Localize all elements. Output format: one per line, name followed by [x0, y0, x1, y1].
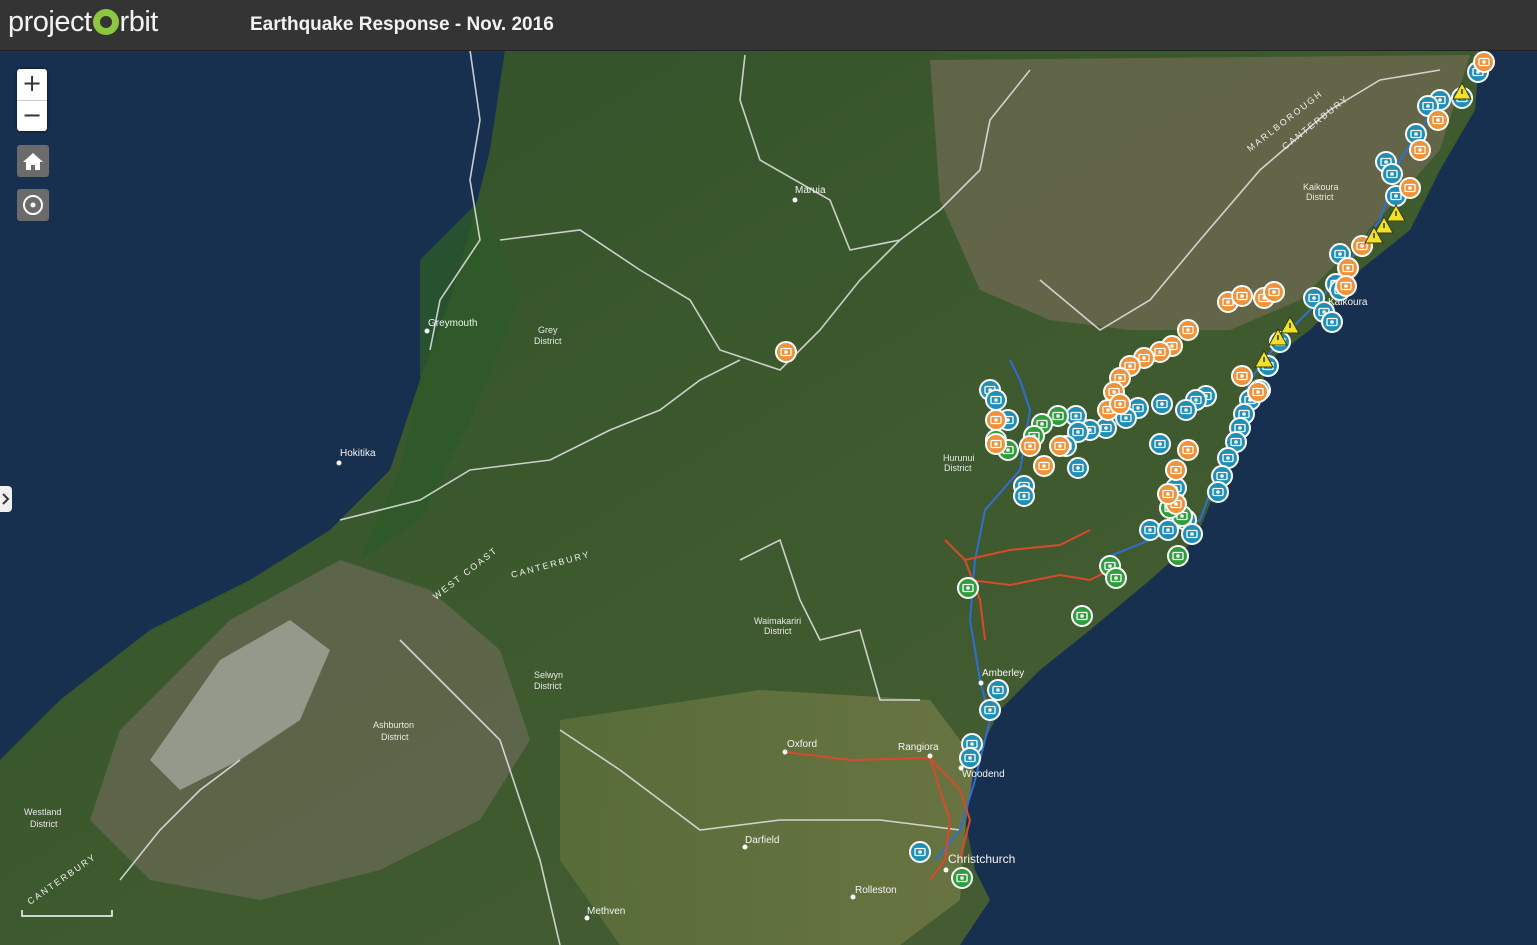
camera-marker-icon[interactable] — [1177, 439, 1199, 461]
label-oxford: Oxford — [787, 739, 817, 750]
svg-text:Selwyn: Selwyn — [534, 670, 563, 680]
camera-marker-icon[interactable] — [1149, 433, 1171, 455]
camera-marker-icon[interactable] — [1109, 393, 1131, 415]
camera-marker-icon[interactable] — [1473, 51, 1495, 73]
label-maruia: Maruia — [795, 185, 826, 196]
zoom-control: + − — [17, 69, 47, 131]
label-darfield: Darfield — [745, 835, 779, 846]
camera-marker-icon[interactable] — [957, 577, 979, 599]
camera-marker-icon[interactable] — [1217, 447, 1239, 469]
svg-text:District: District — [30, 819, 58, 829]
camera-marker-icon[interactable] — [1337, 257, 1359, 279]
camera-marker-icon[interactable] — [1427, 109, 1449, 131]
camera-marker-icon[interactable] — [1175, 399, 1197, 421]
camera-marker-icon[interactable] — [1207, 481, 1229, 503]
camera-marker-icon[interactable] — [1151, 393, 1173, 415]
svg-text:Grey: Grey — [538, 325, 558, 335]
map-canvas[interactable]: Maruia Greymouth Hokitika Kaikoura Amber… — [0, 50, 1537, 945]
camera-marker-icon[interactable] — [1165, 459, 1187, 481]
label-woodend: Woodend — [962, 769, 1005, 780]
locate-button[interactable] — [17, 189, 49, 221]
camera-marker-icon[interactable] — [1231, 285, 1253, 307]
logo-text-left: project — [8, 6, 92, 38]
camera-marker-icon[interactable] — [1177, 319, 1199, 341]
camera-marker-icon[interactable] — [1381, 163, 1403, 185]
camera-marker-icon[interactable] — [1263, 281, 1285, 303]
camera-marker-icon[interactable] — [1013, 485, 1035, 507]
camera-marker-icon[interactable] — [1105, 567, 1127, 589]
locate-icon — [23, 195, 43, 215]
camera-marker-icon[interactable] — [985, 433, 1007, 455]
sidebar-toggle[interactable] — [0, 486, 12, 512]
camera-marker-icon[interactable] — [959, 747, 981, 769]
svg-text:District: District — [764, 626, 792, 636]
label-rolleston: Rolleston — [855, 885, 897, 896]
camera-marker-icon[interactable] — [1157, 483, 1179, 505]
svg-text:District: District — [381, 732, 409, 742]
svg-text:Waimakariri: Waimakariri — [754, 616, 801, 626]
label-christchurch: Christchurch — [948, 852, 1015, 866]
camera-marker-icon[interactable] — [775, 341, 797, 363]
page-title: Earthquake Response - Nov. 2016 — [250, 14, 554, 35]
label-hokitika: Hokitika — [340, 448, 376, 459]
camera-marker-icon[interactable] — [1321, 311, 1343, 333]
logo-text-right: rbit — [119, 6, 159, 38]
camera-marker-icon[interactable] — [979, 699, 1001, 721]
camera-marker-icon[interactable] — [1071, 605, 1093, 627]
camera-marker-icon[interactable] — [1181, 523, 1203, 545]
svg-text:Kaikoura: Kaikoura — [1303, 182, 1339, 192]
svg-text:District: District — [534, 336, 562, 346]
orbit-logo-icon — [92, 9, 119, 35]
svg-text:Hurunui: Hurunui — [943, 453, 975, 463]
camera-marker-icon[interactable] — [987, 679, 1009, 701]
zoom-in-button[interactable]: + — [17, 69, 47, 101]
camera-marker-icon[interactable] — [1409, 139, 1431, 161]
camera-marker-icon[interactable] — [1247, 381, 1269, 403]
camera-marker-icon[interactable] — [985, 389, 1007, 411]
svg-text:District: District — [944, 463, 972, 473]
svg-text:Ashburton: Ashburton — [373, 720, 414, 730]
zoom-out-button[interactable]: − — [17, 101, 47, 132]
camera-marker-icon[interactable] — [1067, 457, 1089, 479]
chevron-right-icon — [2, 493, 10, 505]
camera-marker-icon[interactable] — [1049, 435, 1071, 457]
label-methven: Methven — [587, 906, 625, 917]
home-icon — [23, 153, 43, 170]
camera-marker-icon[interactable] — [1335, 275, 1357, 297]
camera-marker-icon[interactable] — [909, 841, 931, 863]
camera-marker-icon[interactable] — [1399, 177, 1421, 199]
camera-marker-icon[interactable] — [1019, 435, 1041, 457]
svg-text:District: District — [1306, 192, 1334, 202]
home-button[interactable] — [17, 145, 49, 177]
camera-marker-icon[interactable] — [1033, 455, 1055, 477]
svg-text:District: District — [534, 681, 562, 691]
camera-marker-icon[interactable] — [1167, 545, 1189, 567]
label-amberley: Amberley — [982, 668, 1024, 679]
svg-text:Westland: Westland — [24, 807, 61, 817]
header-bar: project rbit Earthquake Response - Nov. 2… — [0, 0, 1537, 51]
camera-marker-icon[interactable] — [1231, 365, 1253, 387]
camera-marker-icon[interactable] — [951, 867, 973, 889]
label-greymouth: Greymouth — [428, 318, 477, 329]
app-logo[interactable]: project rbit — [8, 6, 158, 39]
camera-marker-icon[interactable] — [985, 409, 1007, 431]
label-rangiora: Rangiora — [898, 742, 939, 753]
